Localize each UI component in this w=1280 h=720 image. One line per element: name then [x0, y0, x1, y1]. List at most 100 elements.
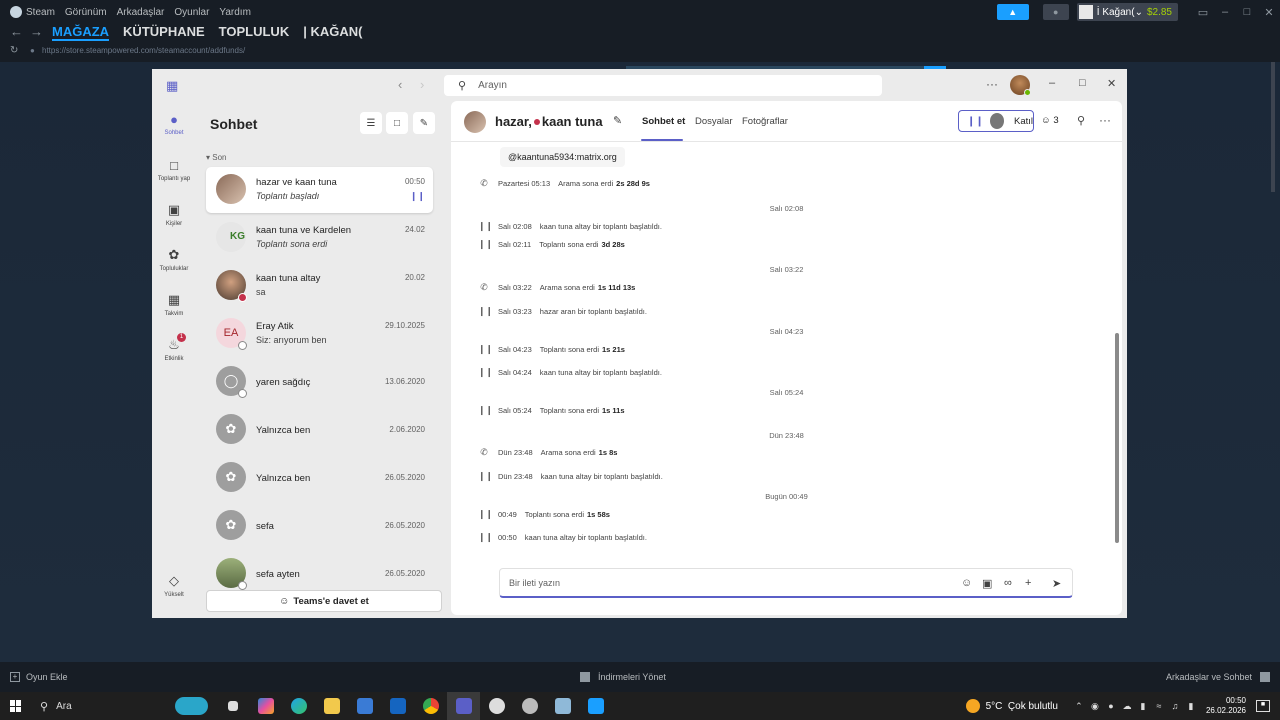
chat-name: sefa — [256, 521, 274, 532]
minimize-icon[interactable]: – — [1049, 77, 1055, 89]
file-explorer-icon[interactable] — [315, 692, 348, 720]
app-icon[interactable] — [546, 692, 579, 720]
tab-photos[interactable]: Fotoğraflar — [742, 116, 788, 127]
attach-icon[interactable]: ∞ — [1004, 577, 1012, 589]
search-icon: ⚲ — [40, 700, 49, 713]
weather-widget[interactable]: 5°C Çok bulutlu — [965, 699, 1058, 713]
send-icon[interactable]: ➤ — [1052, 577, 1061, 590]
tray-app-icon[interactable]: ☁ — [1120, 701, 1134, 712]
close-icon[interactable]: ✕ — [1258, 6, 1280, 19]
friends-chat-button[interactable]: Arkadaşlar ve Sohbet — [1166, 672, 1252, 682]
people-icon: ☺ — [1041, 115, 1051, 126]
message-compose-input[interactable]: Bir ileti yazın ☺ ▣ ∞ + ➤ — [499, 568, 1073, 598]
edit-icon[interactable]: ✎ — [613, 114, 622, 127]
maximize-icon[interactable]: □ — [1079, 77, 1086, 89]
tab-files[interactable]: Dosyalar — [695, 116, 733, 127]
edge-icon[interactable] — [282, 692, 315, 720]
list-item[interactable]: kaan tuna altay sa 20.02 — [206, 263, 433, 309]
rail-item-activity[interactable]: ♨ 1 Etkinlik — [152, 333, 196, 362]
announcements-button[interactable]: ▲ — [996, 4, 1029, 20]
copilot-icon[interactable] — [249, 692, 282, 720]
notifications-button[interactable]: ● — [1042, 4, 1069, 20]
join-call-button[interactable]: ❙❙ Katıl — [958, 110, 1034, 132]
maximize-icon[interactable]: □ — [1236, 6, 1258, 18]
list-item[interactable]: ◯ yaren sağdıç 13.06.2020 — [206, 359, 433, 405]
plus-icon[interactable]: + — [1025, 577, 1031, 589]
store-scrollbar[interactable] — [1271, 62, 1275, 192]
store-icon[interactable] — [348, 692, 381, 720]
volume-icon[interactable]: ♫ — [1168, 701, 1182, 711]
rail-item-meet[interactable]: □ Toplantı yap — [152, 157, 196, 183]
taskbar-search[interactable]: ⚲ Ara — [40, 700, 180, 713]
steam-taskbar-icon[interactable] — [480, 692, 513, 720]
participants-button[interactable]: ☺ 3 — [1041, 115, 1059, 126]
more-options-icon[interactable]: ··· — [1099, 113, 1111, 127]
back-arrow-icon[interactable]: ← — [10, 24, 30, 39]
chrome-icon[interactable] — [414, 692, 447, 720]
clock[interactable]: 00:50 26.02.2026 — [1206, 696, 1246, 716]
tab-library[interactable]: KÜTÜPHANE — [123, 24, 205, 41]
image-icon[interactable]: ▣ — [982, 577, 992, 590]
minimize-icon[interactable]: – — [1214, 6, 1236, 18]
steam-menu-help[interactable]: Yardım — [219, 7, 251, 18]
friends-icon[interactable] — [1260, 672, 1270, 682]
list-item[interactable]: KG kaan tuna ve Kardelen Toplantı sona e… — [206, 215, 433, 261]
add-game-button[interactable]: + Oyun Ekle — [10, 672, 68, 682]
microphone-icon[interactable]: ▮ — [1136, 701, 1150, 712]
new-chat-button[interactable]: ✎ — [413, 112, 435, 134]
tray-app-icon[interactable]: ● — [1104, 701, 1118, 711]
windows-start-icon[interactable] — [10, 700, 22, 712]
close-icon[interactable]: ✕ — [1107, 77, 1116, 90]
list-item[interactable]: ✿ sefa 26.05.2020 — [206, 503, 433, 549]
chevron-up-icon[interactable]: ⌃ — [1072, 701, 1086, 712]
outlook-icon[interactable] — [381, 692, 414, 720]
tab-community[interactable]: TOPLULUK — [219, 24, 290, 41]
url-text[interactable]: https://store.steampowered.com/steamacco… — [42, 46, 245, 55]
steam-menu-view[interactable]: Görünüm — [65, 7, 107, 18]
teams-back-icon[interactable]: ‹ — [398, 77, 420, 92]
tab-store[interactable]: MAĞAZA — [52, 24, 110, 41]
rail-item-people[interactable]: ▣ Kişiler — [152, 202, 196, 227]
battery-icon[interactable]: ▮ — [1184, 701, 1198, 712]
tab-profile[interactable]: | KAĞAN( — [303, 24, 362, 41]
list-item[interactable]: ✿ Yalnızca ben 2.06.2020 — [206, 407, 433, 453]
steam-menu-games[interactable]: Oyunlar — [174, 7, 209, 18]
list-item[interactable]: EA Eray Atik Siz: arıyorum ben 29.10.202… — [206, 311, 433, 357]
settings-icon[interactable] — [513, 692, 546, 720]
rail-item-communities[interactable]: ✿ Topluluklar — [152, 247, 196, 272]
meet-now-button[interactable]: □ — [386, 112, 408, 134]
filter-button[interactable]: ☰ — [360, 112, 382, 134]
app-icon[interactable] — [579, 692, 612, 720]
message-bubble[interactable]: @kaantuna5934:matrix.org — [500, 147, 625, 167]
big-picture-icon[interactable]: ▭ — [1192, 6, 1214, 19]
tray-app-icon[interactable]: ◉ — [1088, 701, 1102, 712]
tab-chat[interactable]: Sohbet et — [642, 116, 685, 127]
manage-downloads-button[interactable]: İndirmeleri Yönet — [580, 672, 666, 682]
teams-search-input[interactable]: ⚲ Arayın — [444, 75, 882, 96]
reload-icon[interactable]: ↻ — [10, 45, 30, 56]
recent-section-header[interactable]: ▾ Son — [206, 153, 226, 162]
rail-item-calendar[interactable]: ▦ Takvim — [152, 292, 196, 317]
steam-user-menu[interactable]: İ Kağan( ⌄ $2.85 — [1076, 3, 1178, 21]
steam-menu-friends[interactable]: Arkadaşlar — [117, 7, 165, 18]
task-view-icon[interactable] — [216, 692, 249, 720]
emoji-icon[interactable]: ☺ — [961, 577, 972, 589]
chevron-down-icon: ⌄ — [1134, 6, 1143, 18]
forward-arrow-icon[interactable]: → — [30, 24, 50, 39]
search-icon[interactable]: ⚲ — [1077, 114, 1085, 127]
list-item[interactable]: hazar ve kaan tuna Toplantı başladı 00:5… — [206, 167, 433, 213]
widget-icon[interactable] — [175, 692, 208, 720]
invite-to-teams-button[interactable]: ☺ Teams'e davet et — [206, 590, 442, 612]
avatar[interactable] — [1010, 75, 1031, 96]
wifi-icon[interactable]: ≈ — [1152, 701, 1166, 711]
video-icon: □ — [170, 157, 178, 173]
rail-item-upgrade[interactable]: ◇ Yükselt — [152, 573, 196, 598]
teams-forward-icon[interactable]: › — [420, 77, 442, 92]
list-item[interactable]: ✿ Yalnızca ben 26.05.2020 — [206, 455, 433, 501]
teams-more-icon[interactable]: ··· — [986, 77, 998, 91]
rail-item-chat[interactable]: ● Sohbet — [152, 111, 196, 137]
teams-icon[interactable] — [447, 692, 480, 720]
chat-scrollbar[interactable] — [1115, 333, 1119, 543]
steam-menu-steam[interactable]: Steam — [26, 7, 55, 18]
notification-icon[interactable]: ■ — [1256, 700, 1270, 712]
